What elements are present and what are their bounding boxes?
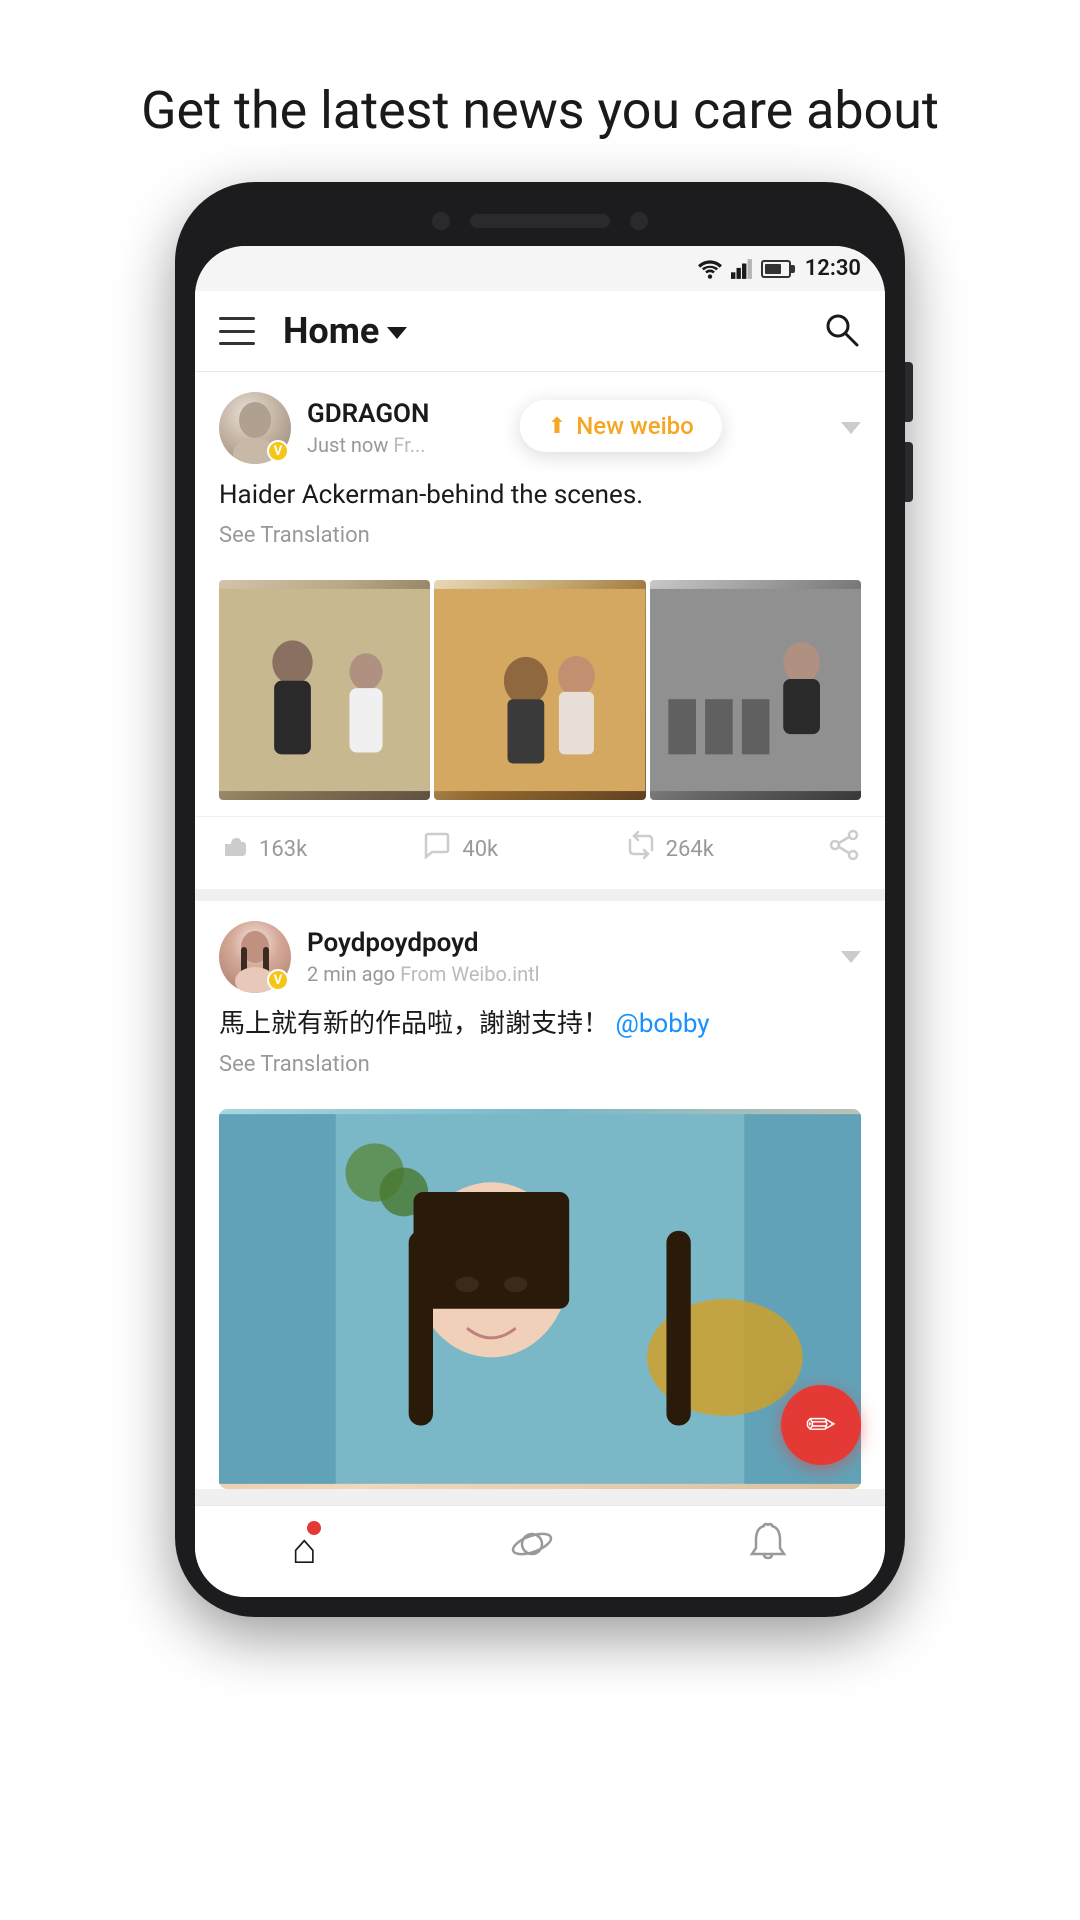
repost-button[interactable]: 264k [626, 830, 829, 868]
post-mention[interactable]: @bobby [615, 1009, 709, 1039]
post-card: V GDRAGON Just now Fr... ⬆ New weibo [195, 372, 885, 889]
edit-icon: ✏ [806, 1404, 836, 1446]
status-time: 12:30 [805, 256, 861, 281]
sensor [630, 212, 648, 230]
bottom-navigation: ⌂ [195, 1505, 885, 1597]
avatar: V [219, 921, 291, 993]
volume-up-button [905, 362, 913, 422]
post-text-content: 馬上就有新的作品啦，謝謝支持！ [219, 1009, 609, 1039]
like-button[interactable]: 163k [219, 830, 422, 868]
wifi-icon [697, 259, 723, 279]
post-body: Haider Ackerman-behind the scenes. See T… [195, 476, 885, 580]
post-header: V Poydpoydpoyd 2 min ago From Weibo.intl [195, 901, 885, 1005]
repost-count: 264k [666, 837, 714, 862]
new-weibo-label: New weibo [576, 412, 694, 440]
post-image-3[interactable] [650, 580, 861, 800]
home-label: Home [283, 310, 379, 352]
status-icons [697, 259, 791, 279]
post-image-1[interactable] [219, 580, 430, 800]
image-grid [219, 580, 861, 800]
avatar: V [219, 392, 291, 464]
status-bar: 12:30 [195, 246, 885, 291]
post-chevron-icon[interactable] [841, 951, 861, 963]
discover-icon [510, 1522, 554, 1577]
post-header: V GDRAGON Just now Fr... ⬆ New weibo [195, 372, 885, 476]
front-camera [432, 212, 450, 230]
volume-down-button [905, 442, 913, 502]
menu-button[interactable] [219, 317, 255, 345]
post-image-2[interactable] [434, 580, 645, 800]
post-card: V Poydpoydpoyd 2 min ago From Weibo.intl… [195, 901, 885, 1489]
app-header: Home [195, 291, 885, 372]
nav-notifications[interactable] [747, 1522, 789, 1577]
comment-count: 40k [462, 837, 498, 862]
notification-dot [307, 1521, 321, 1535]
feed: V GDRAGON Just now Fr... ⬆ New weibo [195, 372, 885, 1489]
post-meta: Poydpoydpoyd 2 min ago From Weibo.intl [307, 928, 841, 986]
share-icon [829, 829, 861, 869]
post-chevron-icon[interactable] [841, 422, 861, 434]
nav-discover[interactable] [510, 1522, 554, 1577]
post-time: 2 min ago From Weibo.intl [307, 962, 841, 986]
phone-screen: 12:30 Home [195, 246, 885, 1597]
verified-badge: V [267, 440, 289, 462]
compose-fab-button[interactable]: ✏ [781, 1385, 861, 1465]
phone-top-bar [195, 212, 885, 246]
comment-button[interactable]: 40k [422, 830, 625, 868]
like-icon [219, 830, 249, 868]
new-weibo-tooltip[interactable]: ⬆ New weibo [520, 400, 722, 452]
share-button[interactable] [829, 829, 861, 869]
post-username: Poydpoydpoyd [307, 928, 841, 958]
post-image[interactable] [219, 1109, 861, 1489]
dropdown-arrow-icon [387, 327, 407, 339]
search-button[interactable] [821, 309, 861, 353]
header-title[interactable]: Home [283, 310, 407, 352]
comment-icon [422, 830, 452, 868]
post-text: Haider Ackerman-behind the scenes. [219, 476, 861, 515]
repost-icon [626, 830, 656, 868]
like-count: 163k [259, 837, 307, 862]
bell-icon [747, 1522, 789, 1577]
see-translation-button[interactable]: See Translation [219, 1052, 861, 1077]
nav-home[interactable]: ⌂ [291, 1525, 316, 1574]
post-body: 馬上就有新的作品啦，謝謝支持！ @bobby See Translation [195, 1005, 885, 1109]
new-weibo-arrow-icon: ⬆ [548, 414, 566, 439]
signal-icon [731, 259, 753, 279]
verified-badge: V [267, 969, 289, 991]
battery-icon [761, 260, 791, 278]
phone-device: 12:30 Home [175, 182, 905, 1617]
post-text: 馬上就有新的作品啦，謝謝支持！ @bobby [219, 1005, 861, 1044]
page-headline: Get the latest news you care about [81, 0, 999, 182]
post-actions: 163k 40k [195, 816, 885, 889]
speaker-grille [470, 214, 610, 228]
see-translation-button[interactable]: See Translation [219, 523, 861, 548]
